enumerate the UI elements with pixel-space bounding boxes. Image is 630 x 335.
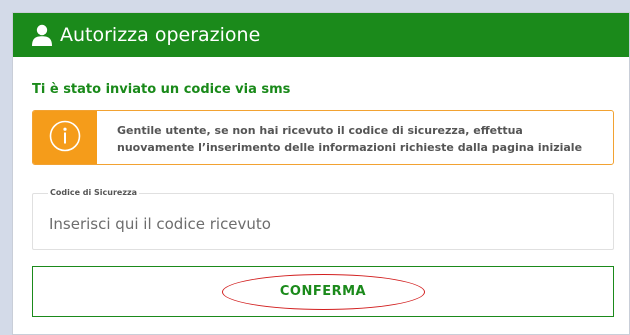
alert-icon-box xyxy=(33,111,97,164)
dialog-title: Autorizza operazione xyxy=(60,24,261,46)
info-icon xyxy=(49,120,81,156)
info-alert: Gentile utente, se non hai ricevuto il c… xyxy=(32,110,614,165)
confirm-button-label: CONFERMA xyxy=(279,284,367,299)
authorize-dialog: Autorizza operazione Ti è stato inviato … xyxy=(12,12,630,335)
confirm-button[interactable]: CONFERMA xyxy=(32,266,614,317)
user-icon xyxy=(32,24,52,46)
sms-sent-message: Ti è stato inviato un codice via sms xyxy=(32,82,291,97)
security-code-input[interactable] xyxy=(49,213,589,235)
dialog-header: Autorizza operazione xyxy=(13,13,629,57)
alert-message: Gentile utente, se non hai ricevuto il c… xyxy=(117,124,583,154)
security-code-label: Codice di Sicurezza xyxy=(48,188,140,197)
security-code-field: Codice di Sicurezza xyxy=(32,188,614,250)
